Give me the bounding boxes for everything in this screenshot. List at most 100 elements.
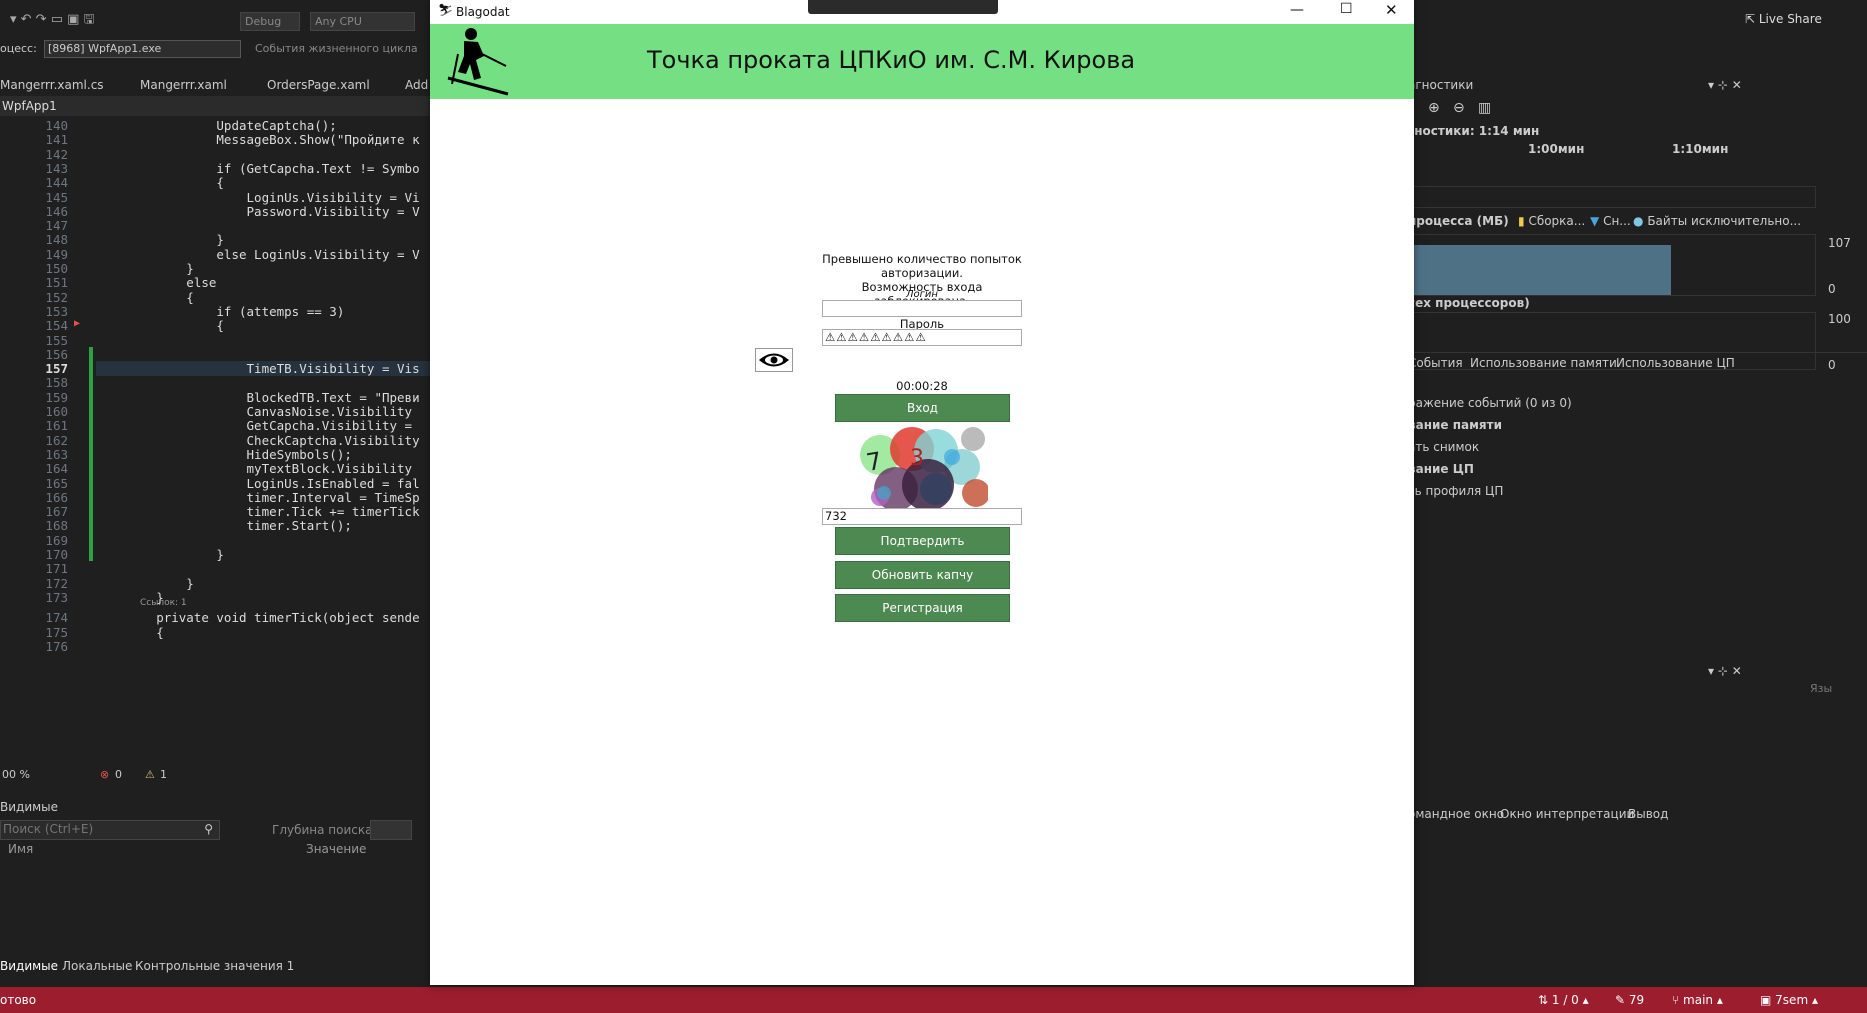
col-value-header[interactable]: Значение xyxy=(306,842,366,856)
config-combo[interactable]: Debug xyxy=(240,12,300,31)
edit-count[interactable]: ✎ 79 xyxy=(1615,993,1644,1007)
tab-add[interactable]: Add xyxy=(405,78,428,92)
code-line[interactable]: timer.Interval = TimeSp xyxy=(96,490,420,505)
password-input[interactable]: ⚠⚠⚠⚠⚠⚠⚠⚠⚠ xyxy=(822,329,1022,346)
captcha-image: 7 3 xyxy=(860,427,988,509)
tab-locals[interactable]: Локальные xyxy=(62,959,132,973)
tab-immediate-window[interactable]: Окно интерпретации xyxy=(1500,807,1634,821)
repo-selector[interactable]: ▣ 7sem ▴ xyxy=(1760,993,1818,1007)
code-line[interactable]: else LoginUs.Visibility = V xyxy=(96,247,419,262)
code-line[interactable]: CanvasNoise.Visibility xyxy=(96,404,413,419)
code-line[interactable]: if (attemps == 3) xyxy=(96,304,344,319)
search-depth-combo[interactable] xyxy=(370,820,412,840)
zoom-out-icon[interactable]: ⊖ xyxy=(1453,100,1465,116)
lifecycle-events[interactable]: События жизненного цикла xyxy=(255,42,418,55)
row-cpu-profile[interactable]: сь профиля ЦП xyxy=(1408,484,1503,498)
login-button[interactable]: Вход xyxy=(835,394,1010,422)
diag-title: агностики xyxy=(1408,78,1474,92)
line-number: 154 xyxy=(45,318,68,334)
search-icon[interactable]: ⚲ xyxy=(204,822,213,836)
code-line[interactable]: HideSymbols(); xyxy=(96,447,352,462)
login-input[interactable] xyxy=(822,300,1022,317)
minimize-icon[interactable]: — xyxy=(1290,2,1304,18)
line-number: 150 xyxy=(45,261,68,276)
chart-icon[interactable]: ▥ xyxy=(1478,100,1491,116)
code-line[interactable]: TimeTB.Visibility = Vis xyxy=(96,361,430,377)
code-line[interactable]: } xyxy=(96,547,224,562)
close-icon[interactable]: ✕ xyxy=(1385,1,1398,19)
maximize-icon[interactable]: ☐ xyxy=(1340,1,1353,17)
row-snapshot[interactable]: ать снимок xyxy=(1408,440,1479,454)
vs-status-bar: отово ⇅ 1 / 0 ▴ ✎ 79 ⑂ main ▴ ▣ 7sem ▴ xyxy=(0,987,1867,1013)
code-line[interactable]: } xyxy=(96,576,194,591)
breakpoint-arrow-icon[interactable]: ▶ xyxy=(74,318,80,329)
code-line[interactable]: UpdateCaptcha(); xyxy=(96,118,336,133)
tab-command-window[interactable]: омандное окно xyxy=(1408,807,1504,821)
code-line[interactable]: { xyxy=(96,290,194,305)
codelens-references[interactable]: Ссылок: 1 xyxy=(140,598,187,608)
captcha-input[interactable]: 732 xyxy=(822,508,1022,525)
tab-cpu-usage[interactable]: Использование ЦП xyxy=(1616,356,1735,370)
code-line[interactable]: Password.Visibility = V xyxy=(96,204,420,219)
show-password-button[interactable] xyxy=(755,348,793,372)
register-button[interactable]: Регистрация xyxy=(835,594,1010,622)
toolbar-icons[interactable]: ▾ ↶ ↷ ▭ ▣ 🖫 xyxy=(10,10,95,32)
line-changes[interactable]: ⇅ 1 / 0 ▴ xyxy=(1538,993,1589,1007)
window-titlebar[interactable]: ⛷ Blagodat — ☐ ✕ xyxy=(430,0,1414,24)
code-line[interactable]: { xyxy=(96,625,164,640)
memory-chart[interactable] xyxy=(1408,234,1816,296)
project-selector[interactable]: WpfApp1 xyxy=(0,96,430,116)
tab-mangerrr-xaml[interactable]: Mangerrr.xaml xyxy=(140,78,227,92)
line-number: 141 xyxy=(45,132,68,148)
code-line[interactable]: else xyxy=(96,275,216,290)
code-line[interactable]: timer.Start(); xyxy=(96,518,352,533)
code-line[interactable]: { xyxy=(96,318,224,333)
locals-search-input[interactable] xyxy=(1,821,185,837)
line-number: 172 xyxy=(45,575,68,591)
row-events[interactable]: ражение событий (0 из 0) xyxy=(1408,396,1572,410)
code-line[interactable]: MessageBox.Show("Пройдите к xyxy=(96,132,419,147)
login-label: Логин xyxy=(906,289,938,300)
code-line[interactable]: timer.Tick += timerTick xyxy=(96,504,420,519)
confirm-captcha-button[interactable]: Подтвердить xyxy=(835,527,1010,555)
blocked-line-2: авторизации. xyxy=(881,266,963,280)
branch-selector[interactable]: ⑂ main ▴ xyxy=(1672,993,1723,1007)
repo-icon: ▣ xyxy=(1760,993,1772,1007)
code-line[interactable]: if (GetCapcha.Text != Symbo xyxy=(96,161,419,176)
code-line[interactable]: LoginUs.IsEnabled = fal xyxy=(96,476,420,491)
tab-events[interactable]: События xyxy=(1408,356,1463,370)
refresh-captcha-button[interactable]: Обновить капчу xyxy=(835,561,1010,589)
xaml-debug-toolbar[interactable] xyxy=(808,0,998,14)
tab-output[interactable]: Вывод xyxy=(1628,807,1668,821)
code-line[interactable]: } xyxy=(96,261,194,276)
zoom-in-icon[interactable]: ⊕ xyxy=(1428,100,1440,116)
code-line[interactable]: { xyxy=(96,175,224,190)
tab-visible[interactable]: Видимые xyxy=(0,959,58,973)
warning-count[interactable]: 1 xyxy=(160,768,167,781)
code-line[interactable]: GetCapcha.Visibility = xyxy=(96,418,413,433)
code-editor[interactable]: 140 UpdateCaptcha(); 141 MessageBox.Show(… xyxy=(0,116,430,764)
lang-label: Язы xyxy=(1810,682,1833,695)
col-name-header[interactable]: Имя xyxy=(8,842,33,856)
code-line[interactable]: BlockedTB.Text = "Преви xyxy=(96,390,420,405)
code-line[interactable]: myTextBlock.Visibility xyxy=(96,461,413,476)
code-line[interactable]: } xyxy=(96,232,224,247)
platform-combo[interactable]: Any CPU xyxy=(310,12,415,31)
warning-icon: ⚠ xyxy=(145,768,155,781)
code-line[interactable]: LoginUs.Visibility = Vi xyxy=(96,190,420,205)
output-panel-controls[interactable]: ▾ ⊹ ✕ xyxy=(1708,664,1742,678)
zoom-level[interactable]: 00 % xyxy=(2,768,30,781)
memory-min: 0 xyxy=(1828,282,1836,296)
panel-controls[interactable]: ▾ ⊹ ✕ xyxy=(1708,78,1742,92)
process-combo[interactable]: [8968] WpfApp1.exe xyxy=(44,40,241,58)
events-track[interactable] xyxy=(1408,186,1816,208)
live-share-button[interactable]: ⇱ Live Share xyxy=(1745,12,1822,26)
line-number: 167 xyxy=(45,504,68,520)
error-count[interactable]: 0 xyxy=(115,768,122,781)
tab-watch-1[interactable]: Контрольные значения 1 xyxy=(135,959,294,973)
code-line[interactable]: private void timerTick(object sende xyxy=(96,610,419,625)
tab-mangerrr-cs[interactable]: Mangerrr.xaml.cs xyxy=(0,78,104,92)
code-line[interactable]: CheckCaptcha.Visibility xyxy=(96,433,420,448)
tab-memory-usage[interactable]: Использование памяти xyxy=(1470,356,1617,370)
tab-orderspage[interactable]: OrdersPage.xaml xyxy=(267,78,370,92)
